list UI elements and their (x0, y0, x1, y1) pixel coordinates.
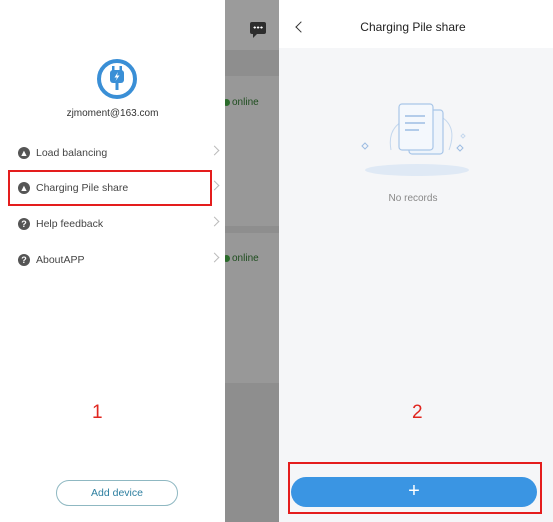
page-title: Charging Pile share (360, 20, 466, 34)
menu-item-about-app[interactable]: ? AboutAPP (18, 250, 222, 270)
step-marker: 2 (412, 402, 423, 423)
message-icon[interactable] (250, 22, 266, 38)
menu-item-help-feedback[interactable]: ? Help feedback (18, 214, 222, 234)
left-screen: online online zjmoment@163.com ▲ Load ba… (0, 0, 279, 522)
empty-state-text: No records (388, 193, 438, 204)
status-online: online (223, 97, 259, 108)
highlight-box (8, 170, 212, 206)
chevron-right-icon (209, 252, 220, 263)
menu-label: AboutAPP (36, 254, 85, 266)
header-bar: Charging Pile share (279, 0, 553, 48)
step-marker: 1 (92, 402, 103, 423)
status-text: online (232, 253, 259, 264)
status-text: online (232, 97, 259, 108)
highlight-box (288, 462, 542, 514)
help-icon: ? (18, 218, 30, 230)
menu-label: Load balancing (36, 147, 108, 159)
add-device-button[interactable]: Add device (56, 480, 178, 506)
side-drawer: zjmoment@163.com ▲ Load balancing ▲ Char… (0, 0, 225, 522)
charger-plug-logo-icon (97, 59, 137, 99)
load-balance-icon: ▲ (18, 147, 30, 159)
user-email: zjmoment@163.com (66, 108, 159, 119)
menu-item-load-balancing[interactable]: ▲ Load balancing (18, 143, 222, 163)
status-online: online (223, 253, 259, 264)
menu-label: Help feedback (36, 218, 104, 230)
chevron-right-icon (209, 216, 220, 227)
info-icon: ? (18, 254, 30, 266)
chevron-right-icon (209, 145, 220, 156)
empty-document-icon (361, 103, 469, 176)
right-screen: Charging Pile share No records + (279, 0, 553, 522)
